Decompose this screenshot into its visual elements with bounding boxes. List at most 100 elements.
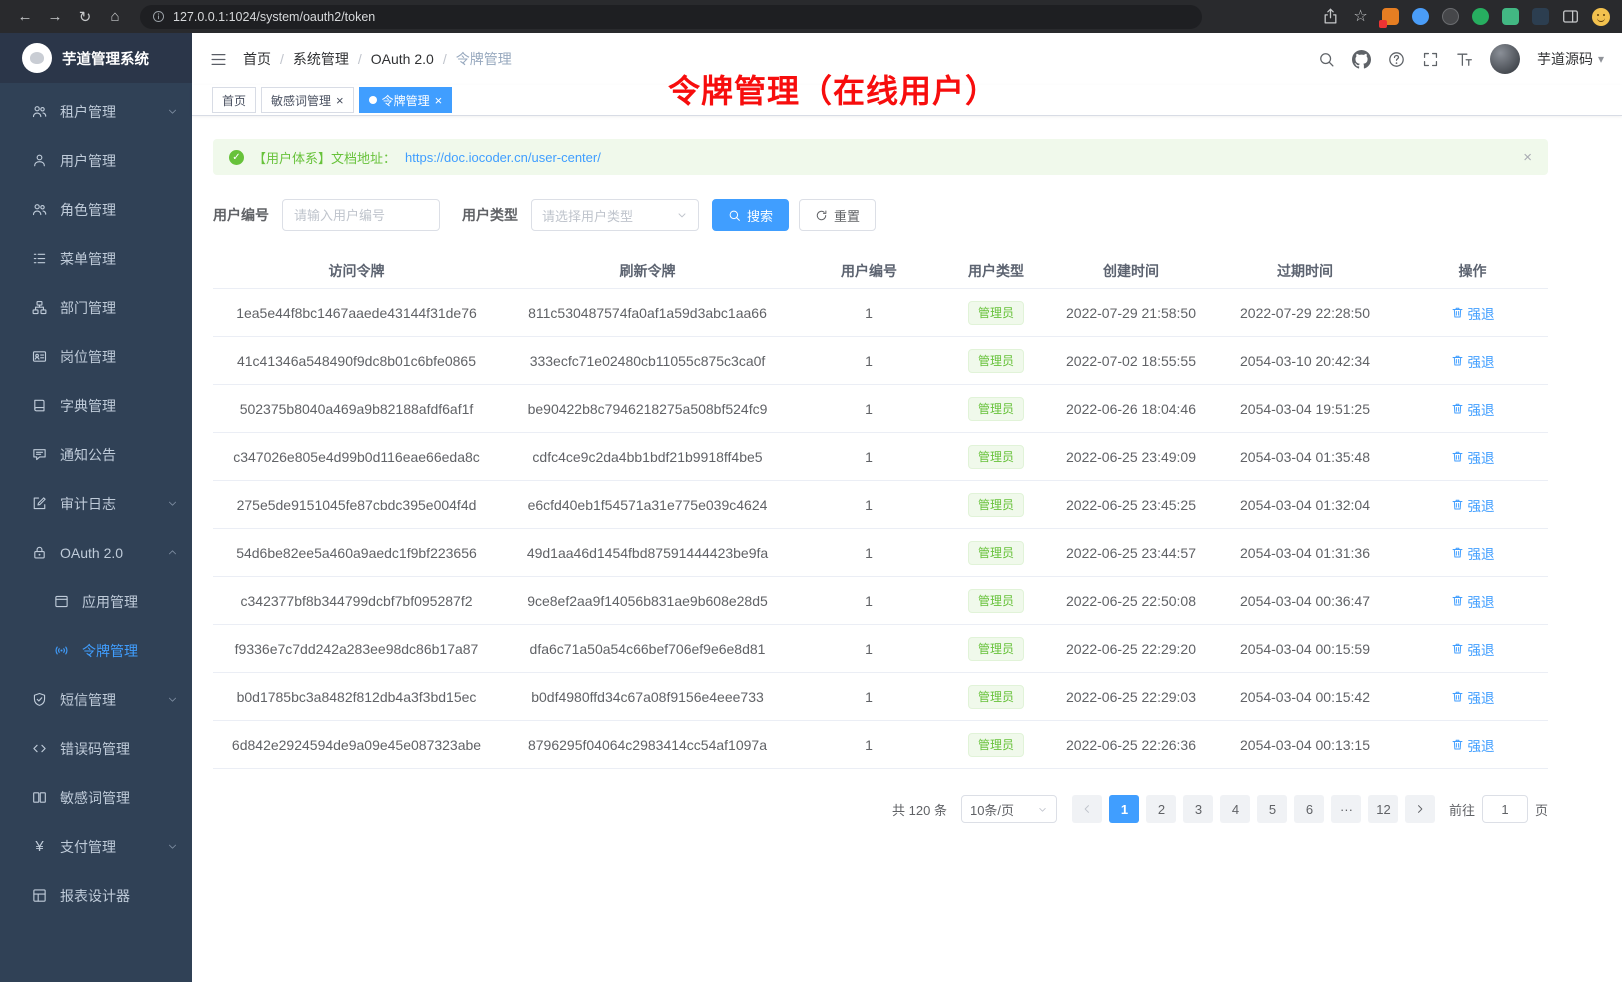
goto-page-input[interactable]: [1482, 795, 1528, 823]
bookmark-star-icon[interactable]: ☆: [1352, 8, 1369, 25]
extension-icon-2[interactable]: [1412, 8, 1429, 25]
sidebar-item-app-management[interactable]: 应用管理: [0, 577, 192, 626]
sidebar-item-audit-log[interactable]: 审计日志: [0, 479, 192, 528]
tab-token[interactable]: 令牌管理×: [359, 87, 453, 113]
extension-icon-4[interactable]: [1472, 8, 1489, 25]
sidebar-toggle-icon[interactable]: [210, 51, 227, 68]
pagination-next-button[interactable]: [1405, 795, 1435, 823]
app-logo[interactable]: 芋道管理系统: [0, 33, 192, 83]
force-logout-button[interactable]: 强退: [1451, 543, 1495, 563]
pagination-page-6[interactable]: 6: [1294, 795, 1324, 823]
breadcrumb-separator: /: [280, 51, 284, 67]
created-time-cell: 2022-07-29 21:58:50: [1049, 305, 1213, 321]
pagination-page-4[interactable]: 4: [1220, 795, 1250, 823]
sidebar-item-post-management[interactable]: 岗位管理: [0, 332, 192, 381]
search-icon[interactable]: [1318, 51, 1335, 68]
site-info-icon[interactable]: [152, 10, 165, 23]
sidebar-item-dept-management[interactable]: 部门管理: [0, 283, 192, 332]
page-size-select[interactable]: 10条/页: [961, 795, 1057, 823]
sidebar-item-tenant-management[interactable]: 租户管理: [0, 87, 192, 136]
font-size-icon[interactable]: [1456, 51, 1473, 68]
tab-label: 首页: [222, 92, 246, 109]
force-logout-button[interactable]: 强退: [1451, 495, 1495, 515]
breadcrumb-home[interactable]: 首页: [243, 49, 271, 69]
reset-button[interactable]: 重置: [799, 199, 876, 231]
user-id-label: 用户编号: [213, 205, 269, 225]
pagination-page-3[interactable]: 3: [1183, 795, 1213, 823]
sidebar-item-oauth2[interactable]: OAuth 2.0: [0, 528, 192, 577]
goto-unit-label: 页: [1535, 800, 1548, 819]
user-type-cell: 管理员: [943, 589, 1049, 613]
pagination-page-2[interactable]: 2: [1146, 795, 1176, 823]
chevron-down-icon: [1037, 804, 1048, 815]
side-panel-icon[interactable]: [1562, 8, 1579, 25]
user-type-select[interactable]: 请选择用户类型: [531, 199, 699, 231]
browser-profile-avatar[interactable]: [1592, 8, 1610, 26]
help-icon[interactable]: [1388, 51, 1405, 68]
breadcrumb-separator: /: [358, 51, 362, 67]
extension-icon-5[interactable]: [1502, 8, 1519, 25]
success-check-icon: ✓: [229, 150, 244, 165]
share-icon[interactable]: [1322, 8, 1339, 25]
github-icon[interactable]: [1352, 50, 1371, 69]
header-actions: 芋道源码▾: [1318, 44, 1604, 74]
refresh-token-cell: cdfc4ce9c2da4bb1bdf21b9918ff4be5: [500, 449, 795, 465]
force-logout-button[interactable]: 强退: [1451, 303, 1495, 323]
address-bar[interactable]: 127.0.0.1:1024/system/oauth2/token: [140, 5, 1202, 29]
pagination-prev-button[interactable]: [1072, 795, 1102, 823]
pagination-page-1[interactable]: 1: [1109, 795, 1139, 823]
tab-home[interactable]: 首页: [212, 87, 256, 113]
actions-cell: 强退: [1397, 447, 1548, 467]
tab-sensitive-word[interactable]: 敏感词管理×: [261, 87, 354, 113]
doc-link[interactable]: https://doc.iocoder.cn/user-center/: [405, 150, 601, 165]
sidebar-item-report-designer[interactable]: 报表设计器: [0, 871, 192, 920]
extension-icon-6[interactable]: [1532, 8, 1549, 25]
sidebar-item-dict-management[interactable]: 字典管理: [0, 381, 192, 430]
user-type-tag: 管理员: [968, 493, 1024, 517]
col-created-time: 创建时间: [1049, 261, 1213, 281]
force-logout-button[interactable]: 强退: [1451, 687, 1495, 707]
force-logout-button[interactable]: 强退: [1451, 399, 1495, 419]
fullscreen-icon[interactable]: [1422, 51, 1439, 68]
user-type-tag: 管理员: [968, 445, 1024, 469]
sidebar-item-user-management[interactable]: 用户管理: [0, 136, 192, 185]
sidebar-item-token-management[interactable]: 令牌管理: [0, 626, 192, 675]
pagination-page-12[interactable]: 12: [1368, 795, 1398, 823]
sidebar-item-error-code-management[interactable]: 错误码管理: [0, 724, 192, 773]
breadcrumb-system[interactable]: 系统管理: [293, 49, 349, 69]
pagination-ellipsis[interactable]: ···: [1331, 795, 1361, 823]
sidebar-item-sensitive-word-management[interactable]: 敏感词管理: [0, 773, 192, 822]
close-icon[interactable]: ×: [336, 94, 344, 107]
browser-reload-icon[interactable]: ↻: [72, 4, 98, 30]
user-avatar[interactable]: [1490, 44, 1520, 74]
extension-icon-1[interactable]: [1382, 8, 1399, 25]
sidebar-item-menu-management[interactable]: 菜单管理: [0, 234, 192, 283]
breadcrumb-oauth2[interactable]: OAuth 2.0: [371, 51, 434, 67]
force-logout-button[interactable]: 强退: [1451, 639, 1495, 659]
close-icon[interactable]: ×: [435, 94, 443, 107]
sidebar-item-sms-management[interactable]: 短信管理: [0, 675, 192, 724]
force-logout-button[interactable]: 强退: [1451, 447, 1495, 467]
url-text: 127.0.0.1:1024/system/oauth2/token: [173, 10, 375, 24]
browser-home-icon[interactable]: ⌂: [102, 4, 128, 30]
force-logout-button[interactable]: 强退: [1451, 735, 1495, 755]
pagination-page-5[interactable]: 5: [1257, 795, 1287, 823]
extension-icon-3[interactable]: [1442, 8, 1459, 25]
app-window-icon: [54, 594, 69, 609]
force-logout-label: 强退: [1468, 639, 1495, 659]
sidebar-item-role-management[interactable]: 角色管理: [0, 185, 192, 234]
force-logout-button[interactable]: 强退: [1451, 591, 1495, 611]
alert-close-icon[interactable]: ×: [1523, 149, 1532, 166]
browser-back-icon[interactable]: ←: [12, 4, 38, 30]
refresh-token-cell: 8796295f04064c2983414cc54af1097a: [500, 737, 795, 753]
search-button-label: 搜索: [747, 206, 773, 225]
browser-forward-icon[interactable]: →: [42, 4, 68, 30]
force-logout-button[interactable]: 强退: [1451, 351, 1495, 371]
user-id-input[interactable]: [282, 199, 440, 231]
created-time-cell: 2022-06-25 22:29:20: [1049, 641, 1213, 657]
sidebar-item-payment-management[interactable]: ¥支付管理: [0, 822, 192, 871]
created-time-cell: 2022-06-26 18:04:46: [1049, 401, 1213, 417]
user-menu[interactable]: 芋道源码▾: [1537, 49, 1604, 69]
sidebar-item-notice-announcement[interactable]: 通知公告: [0, 430, 192, 479]
search-button[interactable]: 搜索: [712, 199, 789, 231]
